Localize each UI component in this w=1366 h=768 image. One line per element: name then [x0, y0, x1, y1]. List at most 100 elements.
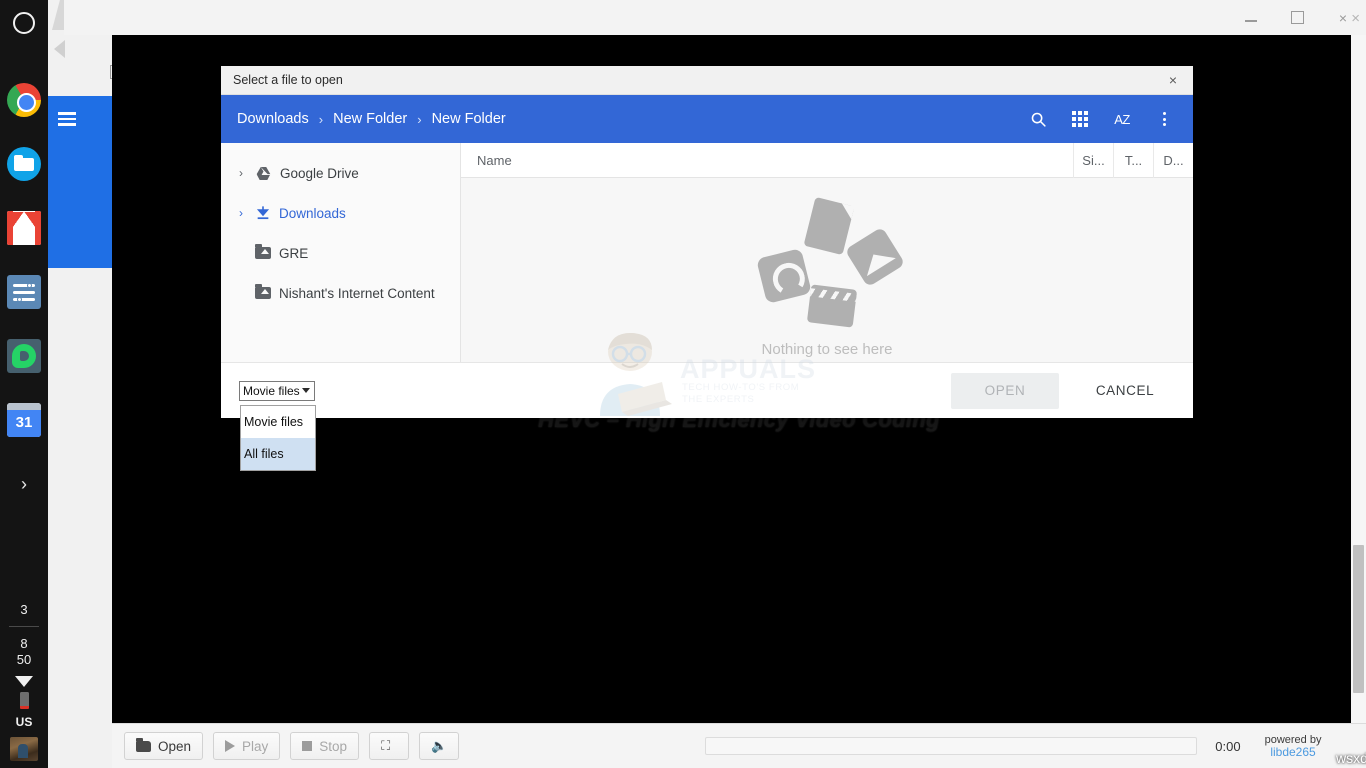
- powered-by-credit: powered by libde265: [1265, 734, 1322, 758]
- dialog-header-actions: AZ: [1027, 108, 1181, 130]
- breadcrumb-item-1[interactable]: New Folder: [333, 111, 407, 127]
- chevron-right-icon: ›: [319, 112, 323, 127]
- file-picker-dialog: Select a file to open × Downloads › New …: [221, 66, 1193, 418]
- filter-option-all-files[interactable]: All files: [241, 438, 315, 470]
- shelf-app-chrome[interactable]: [7, 68, 41, 132]
- chevron-right-icon: ›: [417, 112, 421, 127]
- stop-button-label: Stop: [319, 739, 347, 754]
- sidebar-item-label: Google Drive: [280, 166, 359, 181]
- chevron-right-icon: ›: [21, 474, 27, 495]
- dialog-footer: Movie files OPEN CANCEL: [221, 362, 1193, 418]
- filter-option-movie-files[interactable]: Movie files: [241, 406, 315, 438]
- column-header-date[interactable]: D...: [1153, 143, 1193, 178]
- shelf-expand-button[interactable]: ›: [21, 452, 27, 516]
- column-header-type[interactable]: T...: [1113, 143, 1153, 178]
- stop-icon: [302, 741, 312, 751]
- shelf-app-gmail[interactable]: [7, 196, 41, 260]
- play-button-label: Play: [242, 739, 268, 754]
- sidebar-item-google-drive[interactable]: › Google Drive: [221, 153, 460, 193]
- shelf-app-calendar[interactable]: 31: [7, 388, 41, 452]
- shelf-status-tray[interactable]: 3 8 50 US: [0, 602, 48, 768]
- open-button[interactable]: OPEN: [951, 373, 1059, 409]
- chromeos-shelf: 31 › 3 8 50 US: [0, 0, 48, 768]
- files-icon: [7, 147, 41, 181]
- play-button[interactable]: Play: [213, 732, 280, 760]
- dialog-titlebar: Select a file to open ×: [221, 66, 1193, 95]
- stop-button[interactable]: Stop: [290, 732, 359, 760]
- libde265-link[interactable]: libde265: [1265, 746, 1322, 758]
- shelf-app-settings[interactable]: [7, 260, 41, 324]
- chevron-right-icon[interactable]: ›: [235, 206, 247, 220]
- clock-minute: 50: [0, 652, 48, 668]
- sidebar-item-nishants-internet-content[interactable]: › Nishant's Internet Content: [221, 273, 460, 313]
- fullscreen-icon: ⛶: [381, 738, 390, 754]
- play-icon: [225, 740, 235, 752]
- whatsapp-icon: [7, 339, 41, 373]
- page-scrollbar[interactable]: [1351, 35, 1366, 723]
- volume-icon: 🔈: [431, 738, 447, 754]
- dialog-close-button[interactable]: ×: [1159, 68, 1187, 93]
- grid-view-icon[interactable]: [1069, 108, 1091, 130]
- shelf-app-files[interactable]: [7, 132, 41, 196]
- player-titlebar: ×: [64, 0, 1366, 35]
- maximize-button[interactable]: [1274, 0, 1320, 35]
- cancel-button[interactable]: CANCEL: [1075, 373, 1175, 409]
- chevron-right-icon[interactable]: ›: [235, 166, 247, 180]
- google-drive-icon: [255, 166, 272, 181]
- file-type-filter-value: Movie files: [243, 384, 302, 398]
- chromeos-desktop: × × HEVC – High Efficiency Video Coding …: [0, 0, 1366, 768]
- fullscreen-button[interactable]: ⛶: [369, 732, 409, 760]
- time-display: 0:00: [1215, 739, 1240, 754]
- status-icon-group: [0, 676, 48, 709]
- shelf-app-whatsapp[interactable]: [7, 324, 41, 388]
- breadcrumb-item-2[interactable]: New Folder: [432, 111, 506, 127]
- search-icon[interactable]: [1027, 108, 1049, 130]
- open-button-label: Open: [158, 739, 191, 754]
- battery-icon[interactable]: [20, 692, 29, 709]
- more-options-icon[interactable]: [1153, 108, 1175, 130]
- player-control-bar: Open Play Stop ⛶ 🔈 0:00 powered by libde…: [112, 723, 1366, 768]
- breadcrumb-item-0[interactable]: Downloads: [237, 111, 309, 127]
- avatar[interactable]: [10, 737, 38, 761]
- sidebar-item-label: Downloads: [279, 206, 346, 221]
- document-icon: [804, 196, 855, 254]
- seek-bar[interactable]: [705, 737, 1197, 755]
- volume-button[interactable]: 🔈: [419, 732, 459, 760]
- sort-az-label: AZ: [1114, 112, 1130, 127]
- chevron-down-icon: [302, 388, 310, 393]
- file-list-panel: Name Si... T... D... Nothing to see here: [461, 143, 1193, 362]
- keyboard-layout-label[interactable]: US: [0, 715, 48, 729]
- image-icon: [845, 226, 906, 287]
- dialog-sidebar: › Google Drive › Downloads: [221, 143, 461, 362]
- column-header-name[interactable]: Name: [461, 153, 1073, 168]
- scrollbar-thumb[interactable]: [1353, 545, 1364, 693]
- dialog-body: › Google Drive › Downloads: [221, 143, 1193, 362]
- video-clapper-icon: [807, 284, 857, 327]
- settings-list-icon: [7, 275, 41, 309]
- empty-state-illustration: [761, 201, 893, 333]
- empty-state: Nothing to see here: [461, 178, 1193, 362]
- wifi-icon[interactable]: [15, 676, 33, 687]
- launcher-button[interactable]: [13, 12, 35, 34]
- sort-az-icon[interactable]: AZ: [1111, 108, 1133, 130]
- calendar-icon: 31: [7, 403, 41, 437]
- sidebar-item-label: Nishant's Internet Content: [279, 286, 435, 301]
- chrome-icon: [7, 83, 41, 117]
- site-watermark: wsxdn.com: [1336, 750, 1366, 766]
- sidebar-item-label: GRE: [279, 246, 308, 261]
- close-icon-secondary[interactable]: ×: [1351, 10, 1360, 27]
- file-type-filter-select[interactable]: Movie files: [239, 381, 315, 401]
- folder-icon: [255, 287, 271, 299]
- dialog-action-buttons: OPEN CANCEL: [951, 373, 1175, 409]
- calendar-day: 31: [7, 410, 41, 437]
- notification-count[interactable]: 3: [0, 602, 48, 617]
- open-button[interactable]: Open: [124, 732, 203, 760]
- column-header-size[interactable]: Si...: [1073, 143, 1113, 178]
- minimize-button[interactable]: [1228, 0, 1274, 35]
- status-divider: [9, 626, 39, 627]
- sidebar-item-downloads[interactable]: › Downloads: [221, 193, 460, 233]
- empty-state-message: Nothing to see here: [762, 341, 893, 358]
- folder-icon: [255, 247, 271, 259]
- sidebar-item-gre[interactable]: › GRE: [221, 233, 460, 273]
- file-type-filter-dropdown[interactable]: Movie files All files: [240, 405, 316, 471]
